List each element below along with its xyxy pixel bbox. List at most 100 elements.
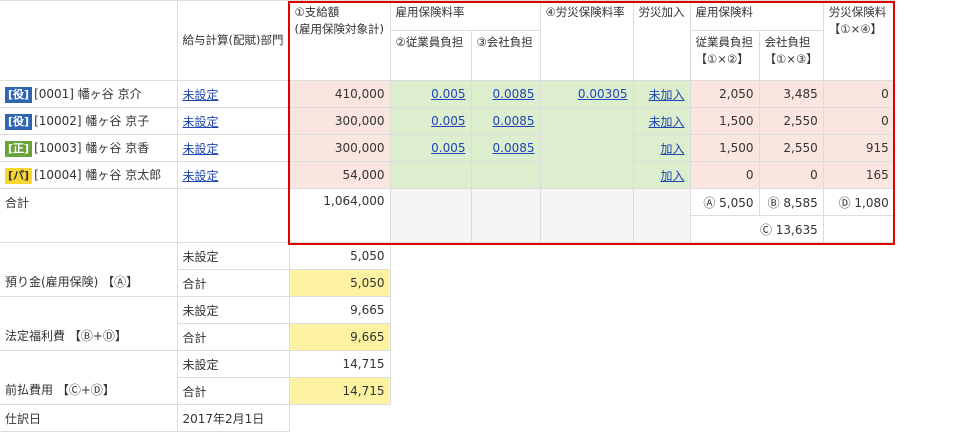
ins-employee-cell: 0 <box>689 161 760 189</box>
header-accident-rate: ④労災保険料率 <box>539 0 634 81</box>
header-accident-join: 労災加入 <box>632 0 691 81</box>
ins-company-cell: 3,485 <box>758 80 824 108</box>
header-employment-insurance: 雇用保険料 <box>689 0 824 31</box>
total-row: 合計 1,064,000 Ⓐ 5,050 Ⓑ 8,585 Ⓓ 1,080 <box>0 188 895 243</box>
prepaid-unset-label: 未設定 <box>176 350 290 378</box>
accident-ins-cell: 0 <box>822 80 895 108</box>
rate-employee-link[interactable]: 0.005 <box>431 141 465 155</box>
prepaid-unset-value: 14,715 <box>288 350 391 378</box>
header-dept: 給与計算(配賦)部門 <box>176 0 290 81</box>
ins-company-cell: 2,550 <box>758 107 824 135</box>
payroll-insurance-table: 給与計算(配賦)部門 ①支給額 (雇用保険対象計) 雇用保険料率 ④労災保険料率… <box>0 0 895 432</box>
summary-row: 法定福利費 【Ⓑ+Ⓓ】 未設定 9,665 <box>0 296 894 351</box>
rate-company-cell: 0.0085 <box>470 107 541 135</box>
accident-join-link[interactable]: 加入 <box>660 142 684 156</box>
header-ins-employee: 従業員負担 【①×②】 <box>689 30 760 81</box>
journal-date-label: 仕訳日 <box>0 404 178 432</box>
total-ins-company: Ⓑ 8,585 <box>758 188 824 216</box>
pay-cell: 300,000 <box>288 134 391 162</box>
officer-badge: [役] <box>5 87 33 103</box>
journal-date-row: 仕訳日 2017年2月1日 <box>0 404 894 432</box>
accident-join-link[interactable]: 加入 <box>660 169 684 183</box>
deposit-label: 預り金(雇用保険) 【Ⓐ】 <box>0 242 178 297</box>
rate-company-cell: 0.0085 <box>470 80 541 108</box>
pay-cell: 54,000 <box>288 161 391 189</box>
rate-employee-link[interactable]: 0.005 <box>431 114 465 128</box>
rate-company-cell <box>470 161 541 189</box>
header-accident-insurance-line2: 【①×④】 <box>828 22 883 36</box>
total-rate-company-cell <box>470 188 541 243</box>
accident-rate-cell <box>539 107 634 189</box>
header-ins-employee-line2: 【①×②】 <box>695 52 749 66</box>
accident-ins-cell: 0 <box>822 107 895 135</box>
dept-link[interactable]: 未設定 <box>183 169 219 183</box>
header-rate-company: ③会社負担 <box>470 30 541 81</box>
prepaid-label: 前払費用 【Ⓒ+Ⓓ】 <box>0 350 178 405</box>
total-label: 合計 <box>0 188 178 243</box>
rate-employee-cell: 0.005 <box>389 134 472 162</box>
total-rate-employee-cell <box>389 188 472 243</box>
rate-company-link[interactable]: 0.0085 <box>493 114 535 128</box>
header-accident-insurance: 労災保険料 【①×④】 <box>822 0 895 81</box>
accident-join-link[interactable]: 未加入 <box>648 88 684 102</box>
rate-company-link[interactable]: 0.0085 <box>493 141 535 155</box>
deposit-total-label: 合計 <box>176 269 290 297</box>
total-insurance-sum: Ⓒ 13,635 <box>689 215 824 243</box>
total-accident-rate-cell <box>539 188 634 243</box>
header-ins-company-line2: 【①×③】 <box>764 52 818 66</box>
header-pay: ①支給額 (雇用保険対象計) <box>288 0 391 81</box>
ins-company-cell: 2,550 <box>758 134 824 162</box>
deposit-unset-value: 5,050 <box>288 242 391 270</box>
dept-link[interactable]: 未設定 <box>183 115 219 129</box>
employee-name: [10004] 幡ヶ谷 京太郎 <box>34 168 162 182</box>
employee-cell: [役] [10002] 幡ヶ谷 京子 <box>0 107 178 135</box>
welfare-label: 法定福利費 【Ⓑ+Ⓓ】 <box>0 296 178 351</box>
employee-cell: [正] [10003] 幡ヶ谷 京香 <box>0 134 178 162</box>
accident-join-cell: 加入 <box>632 161 691 189</box>
employee-name: [10003] 幡ヶ谷 京香 <box>34 141 150 155</box>
accident-rate-link[interactable]: 0.00305 <box>578 87 628 101</box>
regular-badge: [正] <box>5 141 33 157</box>
table-row: [正] [10003] 幡ヶ谷 京香 未設定 300,000 0.005 0.00… <box>0 134 895 162</box>
header-ins-company: 会社負担 【①×③】 <box>758 30 824 81</box>
header-pay-line1: ①支給額 <box>294 5 340 19</box>
summary-row: 前払費用 【Ⓒ+Ⓓ】 未設定 14,715 <box>0 350 894 405</box>
part-time-badge: [パ] <box>5 168 33 184</box>
table-row: [役] [0001] 幡ヶ谷 京介 未設定 410,000 0.005 0.008… <box>0 80 895 108</box>
total-blank-cell <box>822 215 895 243</box>
prepaid-total-value: 14,715 <box>288 377 391 405</box>
ins-employee-cell: 1,500 <box>689 107 760 135</box>
header-pay-line2: (雇用保険対象計) <box>294 22 384 36</box>
employee-cell: [パ] [10004] 幡ヶ谷 京太郎 <box>0 161 178 189</box>
accident-join-cell: 未加入 <box>632 80 691 108</box>
dept-link[interactable]: 未設定 <box>183 142 219 156</box>
rate-company-link[interactable]: 0.0085 <box>493 87 535 101</box>
header-accident-insurance-line1: 労災保険料 <box>828 5 887 19</box>
welfare-total-label: 合計 <box>176 323 290 351</box>
dept-link[interactable]: 未設定 <box>183 88 219 102</box>
accident-ins-cell: 915 <box>822 134 895 162</box>
accident-rate-cell: 0.00305 <box>539 80 634 108</box>
rate-employee-cell <box>389 161 472 189</box>
accident-ins-cell: 165 <box>822 161 895 189</box>
employee-name: [10002] 幡ヶ谷 京子 <box>34 114 150 128</box>
rate-employee-cell: 0.005 <box>389 80 472 108</box>
header-ins-employee-line1: 従業員負担 <box>695 35 754 49</box>
deposit-unset-label: 未設定 <box>176 242 290 270</box>
accident-join-link[interactable]: 未加入 <box>648 115 684 129</box>
welfare-unset-value: 9,665 <box>288 296 391 324</box>
officer-badge: [役] <box>5 114 33 130</box>
rate-company-cell: 0.0085 <box>470 134 541 162</box>
header-employment-rate: 雇用保険料率 <box>389 0 541 31</box>
ins-company-cell: 0 <box>758 161 824 189</box>
rate-employee-link[interactable]: 0.005 <box>431 87 465 101</box>
accident-join-cell: 加入 <box>632 134 691 162</box>
total-pay: 1,064,000 <box>288 188 391 243</box>
dept-cell: 未設定 <box>176 107 290 135</box>
table-row: [役] [10002] 幡ヶ谷 京子 未設定 300,000 0.005 0.00… <box>0 107 895 189</box>
header-employee <box>0 0 178 81</box>
employee-name: [0001] 幡ヶ谷 京介 <box>34 87 142 101</box>
header-ins-company-line1: 会社負担 <box>764 35 811 49</box>
dept-cell: 未設定 <box>176 80 290 108</box>
total-accident-ins: Ⓓ 1,080 <box>822 188 895 216</box>
